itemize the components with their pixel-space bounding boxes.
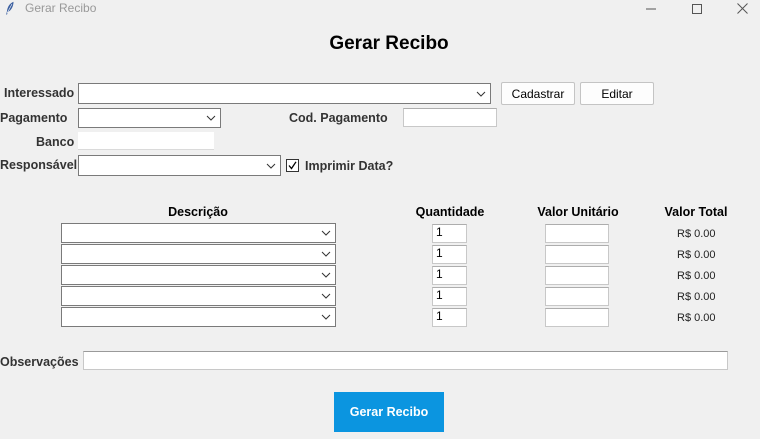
chevron-down-icon	[206, 115, 216, 121]
descricao-select[interactable]	[61, 223, 336, 243]
quantidade-field[interactable]: 1	[432, 308, 467, 327]
descricao-select[interactable]	[61, 286, 336, 306]
checkmark-icon	[288, 161, 297, 170]
descricao-select[interactable]	[61, 265, 336, 285]
observacoes-field[interactable]	[83, 351, 728, 370]
responsavel-label: Responsável	[0, 158, 78, 172]
imprimir-data-checkbox[interactable]	[286, 159, 299, 172]
close-button[interactable]	[719, 0, 760, 17]
minimize-icon	[646, 8, 656, 9]
valor-unitario-field[interactable]	[545, 266, 609, 285]
banco-label: Banco	[36, 135, 75, 149]
feather-icon	[5, 1, 15, 15]
quantidade-field[interactable]: 1	[432, 266, 467, 285]
chevron-down-icon	[321, 230, 331, 236]
descricao-select[interactable]	[61, 244, 336, 264]
quantidade-field[interactable]: 1	[432, 224, 467, 243]
maximize-icon	[692, 3, 702, 14]
chevron-down-icon	[321, 251, 331, 257]
valor-total-value: R$ 0.00	[677, 249, 716, 261]
pagamento-label: Pagamento	[0, 111, 68, 125]
interessado-label: Interessado	[4, 86, 75, 100]
descricao-header: Descrição	[168, 205, 228, 219]
minimize-button[interactable]	[628, 0, 674, 17]
valor-total-value: R$ 0.00	[677, 291, 716, 303]
valor-unitario-field[interactable]	[545, 224, 609, 243]
valor-unitario-header: Valor Unitário	[537, 205, 619, 219]
chevron-down-icon	[266, 163, 276, 169]
imprimir-data-label: Imprimir Data?	[305, 159, 394, 173]
editar-button[interactable]: Editar	[580, 82, 654, 105]
interessado-select[interactable]	[78, 83, 491, 104]
gerar-recibo-button[interactable]: Gerar Recibo	[334, 392, 444, 432]
banco-field[interactable]	[78, 132, 214, 150]
quantidade-header: Quantidade	[415, 205, 485, 219]
quantidade-field[interactable]: 1	[432, 245, 467, 264]
close-icon	[736, 3, 748, 14]
valor-unitario-field[interactable]	[545, 308, 609, 327]
cod-pagamento-field[interactable]	[403, 108, 497, 127]
chevron-down-icon	[476, 91, 486, 97]
title-bar: Gerar Recibo	[0, 0, 760, 17]
maximize-button[interactable]	[674, 0, 720, 17]
chevron-down-icon	[321, 272, 331, 278]
quantidade-field[interactable]: 1	[432, 287, 467, 306]
valor-unitario-field[interactable]	[545, 245, 609, 264]
cod-pagamento-label: Cod. Pagamento	[289, 111, 388, 125]
chevron-down-icon	[321, 293, 331, 299]
responsavel-select[interactable]	[78, 155, 281, 176]
pagamento-select[interactable]	[78, 108, 221, 128]
valor-total-value: R$ 0.00	[677, 270, 716, 282]
cadastrar-button[interactable]: Cadastrar	[501, 82, 575, 105]
valor-total-value: R$ 0.00	[677, 228, 716, 240]
valor-total-value: R$ 0.00	[677, 312, 716, 324]
valor-total-header: Valor Total	[664, 205, 728, 219]
page-title: Gerar Recibo	[329, 33, 449, 54]
valor-unitario-field[interactable]	[545, 287, 609, 306]
chevron-down-icon	[321, 314, 331, 320]
window-title: Gerar Recibo	[25, 1, 97, 15]
observacoes-label: Observações	[0, 355, 79, 369]
descricao-select[interactable]	[61, 307, 336, 327]
